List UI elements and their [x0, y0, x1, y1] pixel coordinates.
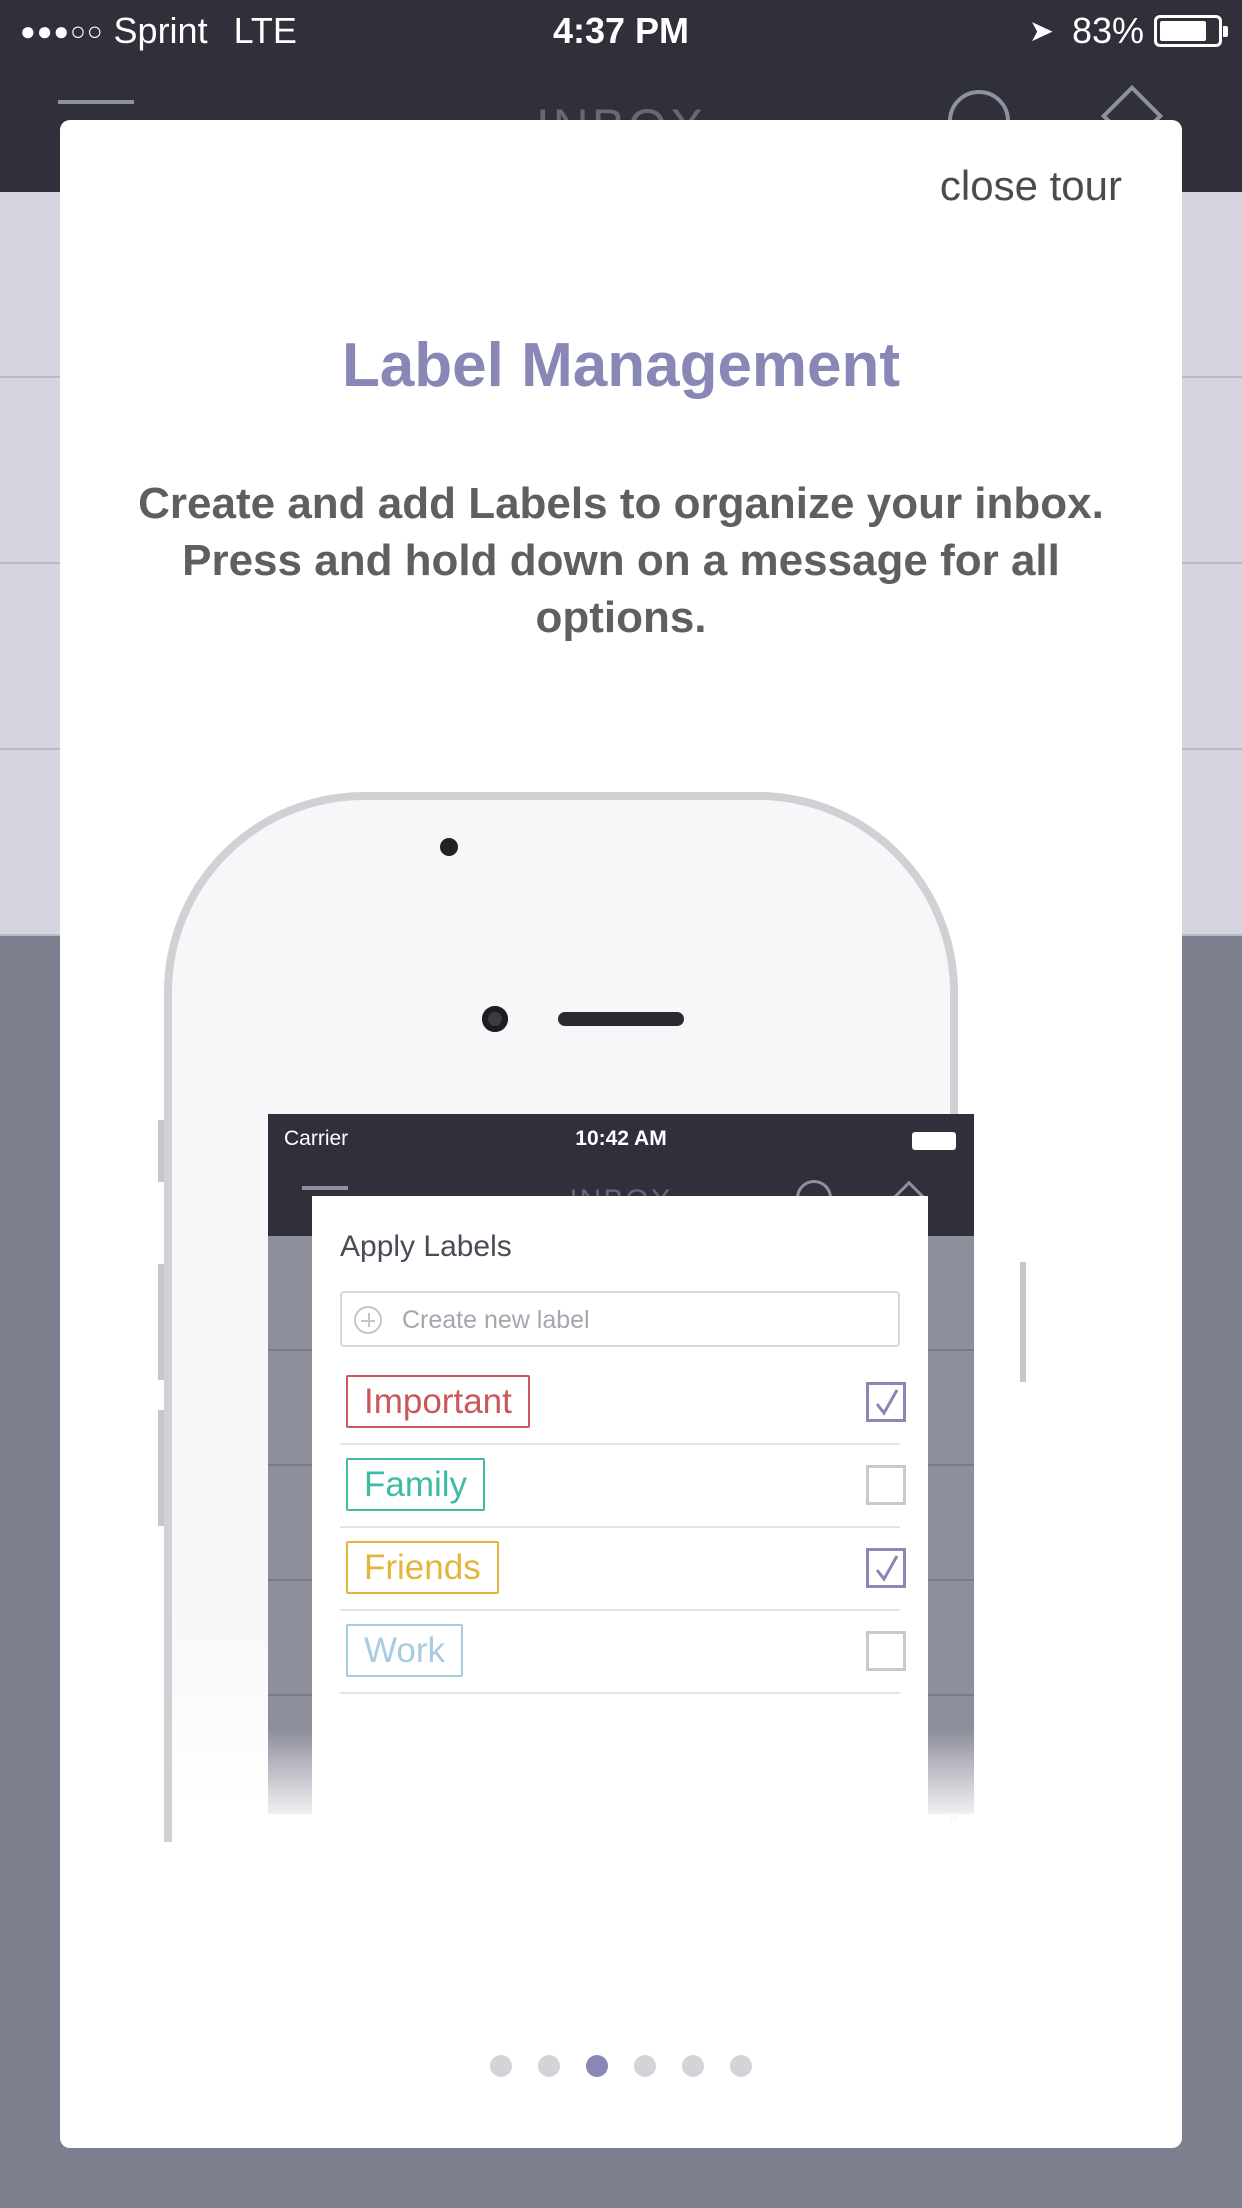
location-arrow-icon: ➤ — [1028, 14, 1054, 48]
label-row-family[interactable]: Family — [340, 1445, 906, 1528]
label-checkbox[interactable] — [866, 1548, 906, 1588]
status-right: ➤ 83% — [1028, 10, 1228, 52]
phone-sensor — [440, 838, 458, 856]
label-row-work[interactable]: Work — [340, 1611, 906, 1694]
new-label-input[interactable] — [402, 1303, 882, 1337]
phone-mute-switch — [158, 1120, 164, 1182]
phone-speaker — [558, 1012, 684, 1026]
status-bar: ●●●○○ Sprint LTE 4:37 PM ➤ 83% — [0, 0, 1242, 60]
phone-volume-up — [158, 1264, 164, 1380]
battery-level — [1160, 21, 1207, 41]
phone-power-button — [1020, 1262, 1026, 1382]
label-tag: Work — [346, 1624, 464, 1677]
mini-status-bar: Carrier 10:42 AM — [268, 1114, 974, 1166]
label-row-important[interactable]: Important — [340, 1362, 906, 1445]
close-tour-button[interactable]: close tour — [940, 162, 1122, 210]
label-checkbox[interactable] — [866, 1382, 906, 1422]
phone-volume-down — [158, 1410, 164, 1526]
page-dot[interactable] — [634, 2055, 656, 2077]
page-dot[interactable] — [538, 2055, 560, 2077]
label-tag: Family — [346, 1458, 486, 1511]
checkmark-icon — [875, 1389, 899, 1416]
page-dot[interactable] — [682, 2055, 704, 2077]
new-label-field — [340, 1291, 900, 1347]
page-dot[interactable] — [730, 2055, 752, 2077]
mini-time: 10:42 AM — [575, 1127, 667, 1150]
add-circle-icon — [354, 1306, 382, 1334]
page-indicator — [60, 2055, 1182, 2077]
page-dot[interactable] — [490, 2055, 512, 2077]
tour-title: Label Management — [341, 331, 901, 400]
label-checkbox[interactable] — [866, 1465, 906, 1505]
illustration-fade — [220, 1730, 1020, 1850]
label-tag: Friends — [346, 1541, 499, 1594]
label-tag: Important — [346, 1375, 530, 1428]
battery-percent: 83% — [1071, 10, 1144, 51]
mini-battery-icon — [912, 1132, 956, 1150]
tour-description: Create and add Labels to organize your i… — [138, 479, 1104, 642]
checkmark-icon — [875, 1555, 899, 1582]
phone-camera-icon — [482, 1006, 508, 1032]
apply-labels-title: Apply Labels — [340, 1230, 512, 1263]
battery-icon — [1154, 15, 1228, 47]
apply-labels-popup: Apply Labels Important Family Friends Wo… — [312, 1196, 928, 1816]
label-row-friends[interactable]: Friends — [340, 1528, 906, 1611]
label-checkbox[interactable] — [866, 1631, 906, 1671]
page-dot[interactable] — [586, 2055, 608, 2077]
